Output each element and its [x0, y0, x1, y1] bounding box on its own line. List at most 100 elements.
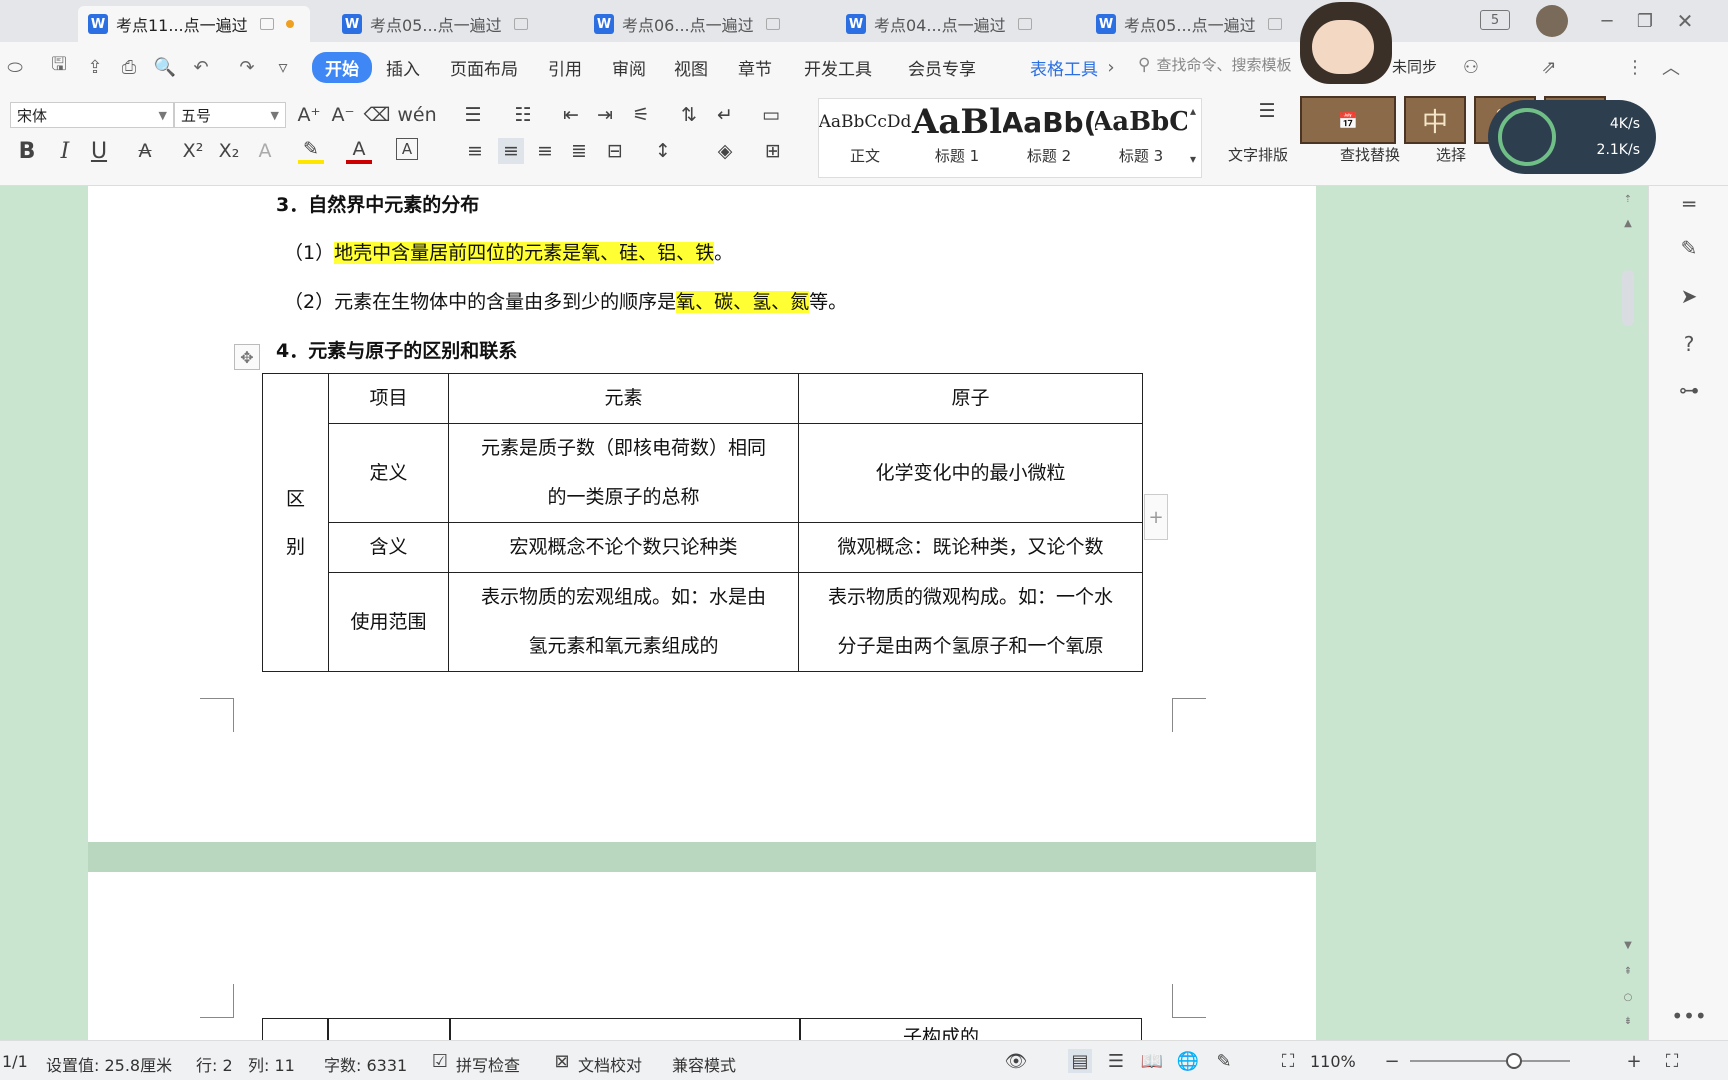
zoom-slider-knob[interactable] — [1506, 1053, 1522, 1069]
fullscreen-icon[interactable]: ⛶ — [1660, 1049, 1684, 1073]
doc-tab-4[interactable]: W 考点04...点一遍过 — [836, 6, 1042, 42]
style-normal[interactable]: AaBbCcDd 正文 — [819, 99, 911, 177]
adjust-icon[interactable]: ⊶ — [1675, 376, 1703, 404]
show-marks-icon[interactable]: ↵ — [712, 102, 738, 128]
borders-icon[interactable]: ⊞ — [760, 138, 786, 164]
text-effect-icon[interactable]: A — [252, 138, 278, 164]
menu-insert[interactable]: 插入 — [386, 55, 420, 80]
fit-page-icon[interactable]: ⛶ — [1276, 1049, 1300, 1073]
table-row-label[interactable]: 使用范围 — [328, 572, 449, 672]
document-page-2[interactable] — [88, 872, 1316, 1040]
save-icon[interactable]: 🖫 — [48, 54, 70, 78]
print-icon[interactable]: ⎙ — [118, 56, 140, 78]
doc-tab-5[interactable]: W 考点05...点一遍过 — [1086, 6, 1292, 42]
table-cell[interactable]: 微观概念：既论种类，又论个数 — [798, 522, 1143, 573]
table-group-cell[interactable]: 区 别 — [262, 373, 329, 672]
grow-font-icon[interactable]: A⁺ — [296, 102, 322, 128]
table-cell[interactable]: 宏观概念不论个数只论种类 — [448, 522, 799, 573]
add-column-icon[interactable]: + — [1144, 494, 1168, 540]
phonetic-guide-icon[interactable]: wén — [397, 102, 436, 128]
menu-page-layout[interactable]: 页面布局 — [450, 55, 518, 80]
numbered-list-icon[interactable]: ☷ — [510, 102, 536, 128]
restore-icon[interactable]: ❐ — [1630, 8, 1660, 34]
sync-status[interactable]: 未同步 — [1392, 56, 1437, 77]
style-heading-3[interactable]: AaBbC 标题 3 — [1095, 99, 1187, 177]
panel-handle-icon[interactable]: ═ — [1675, 190, 1703, 218]
customize-icon[interactable]: ▿ — [272, 56, 294, 78]
menu-table-tools[interactable]: 表格工具 — [1030, 55, 1098, 80]
print-preview-icon[interactable]: 🔍 — [154, 56, 176, 78]
help-icon[interactable]: ? — [1675, 330, 1703, 358]
bullet-list-icon[interactable]: ☰ — [460, 102, 486, 128]
align-right-icon[interactable]: ≡ — [532, 138, 558, 164]
write-view-icon[interactable]: ✎ — [1212, 1049, 1236, 1073]
scroll-up-icon[interactable]: ▲ — [1622, 218, 1634, 229]
style-heading-1[interactable]: AaBl 标题 1 — [911, 99, 1003, 177]
page-view-icon[interactable]: ▤ — [1068, 1049, 1092, 1073]
shrink-font-icon[interactable]: A⁻ — [330, 102, 356, 128]
user-avatar[interactable] — [1536, 5, 1568, 37]
more-horizontal-icon[interactable]: ••• — [1671, 1002, 1706, 1030]
doc-proof-button[interactable]: 文档校对 — [578, 1052, 642, 1076]
superscript-icon[interactable]: X² — [180, 138, 206, 164]
table-move-handle-icon[interactable]: ✥ — [234, 344, 260, 370]
menu-developer[interactable]: 开发工具 — [804, 55, 872, 80]
bold-icon[interactable]: B — [14, 138, 40, 164]
table-cell[interactable]: 元素是质子数（即核电荷数）相同 的一类原子的总称 — [448, 423, 799, 523]
subscript-icon[interactable]: X₂ — [216, 138, 242, 164]
table-cell[interactable]: 表示物质的微观构成。如：一个水 分子是由两个氢原子和一个氧原 — [798, 572, 1143, 672]
minimize-icon[interactable]: ─ — [1592, 8, 1622, 34]
prev-page-icon[interactable]: ⇞ — [1622, 966, 1634, 977]
table-header-cell[interactable]: 项目 — [328, 373, 449, 424]
web-view-icon[interactable]: 🌐 — [1176, 1049, 1200, 1073]
zoom-level[interactable]: 110% — [1310, 1052, 1356, 1071]
menu-member[interactable]: 会员专享 — [908, 55, 976, 80]
font-color-icon[interactable]: A — [346, 138, 372, 164]
gallery-expand-icon[interactable]: ▾ — [1180, 146, 1206, 172]
scroll-thumb[interactable] — [1622, 270, 1634, 326]
sort-icon[interactable]: ⇅ — [676, 102, 702, 128]
pen-icon[interactable]: ✎ — [1675, 234, 1703, 262]
scroll-down-icon[interactable]: ▼ — [1622, 940, 1634, 951]
strikethrough-icon[interactable]: A — [132, 138, 158, 164]
undo-icon[interactable]: ↶ — [190, 56, 212, 78]
table-row-label[interactable]: 定义 — [328, 423, 449, 523]
spell-check-button[interactable]: 拼写检查 — [456, 1052, 520, 1076]
shading-icon[interactable]: ◈ — [712, 138, 738, 164]
text-layout-icon[interactable]: ☰ — [1252, 98, 1282, 124]
align-center-icon[interactable]: ≡ — [498, 138, 524, 164]
table-row-label[interactable]: 含义 — [328, 522, 449, 573]
table-header-cell[interactable]: 原子 — [798, 373, 1143, 424]
menu-chapter[interactable]: 章节 — [738, 55, 772, 80]
style-heading-2[interactable]: AaBb( 标题 2 — [1003, 99, 1095, 177]
chevron-right-icon[interactable]: › — [1100, 56, 1122, 78]
font-name-select[interactable]: 宋体 ▼ — [10, 102, 174, 128]
scroll-top-icon[interactable]: ⇡ — [1622, 194, 1634, 205]
italic-icon[interactable]: I — [52, 138, 78, 164]
vertical-scrollbar[interactable]: ⇡ ▲ ▼ ⇞ ○ ⇟ — [1618, 186, 1640, 1040]
table-header-cell[interactable]: 元素 — [448, 373, 799, 424]
chinese-layout-icon[interactable]: ⚟ — [628, 102, 654, 128]
select-browse-icon[interactable]: ○ — [1622, 992, 1634, 1003]
decrease-indent-icon[interactable]: ⇤ — [558, 102, 584, 128]
zoom-slider[interactable] — [1410, 1060, 1570, 1062]
gallery-scroll-up-icon[interactable]: ▴ — [1180, 98, 1206, 124]
word-count[interactable]: 字数: 6331 — [324, 1052, 407, 1076]
doc-tab-1[interactable]: W 考点11...点一遍过 — [78, 6, 310, 42]
select-button[interactable]: 选择 — [1436, 144, 1466, 165]
menu-review[interactable]: 审阅 — [612, 55, 646, 80]
find-replace-button[interactable]: 查找替换 — [1340, 144, 1400, 165]
zoom-out-icon[interactable]: − — [1380, 1049, 1404, 1073]
page-indicator[interactable]: 1/1 — [2, 1052, 28, 1071]
align-left-icon[interactable]: ≡ — [462, 138, 488, 164]
highlight-color-icon[interactable]: ✎ — [298, 138, 324, 164]
font-size-select[interactable]: 五号 ▼ — [174, 102, 286, 128]
export-icon[interactable]: ⇪ — [84, 56, 106, 78]
table-cell[interactable]: 表示物质的宏观组成。如：水是由 氢元素和氧元素组成的 — [448, 572, 799, 672]
menu-start[interactable]: 开始 — [312, 52, 372, 83]
eye-protection-icon[interactable]: 👁 — [1004, 1049, 1028, 1073]
reading-view-icon[interactable]: 📖 — [1140, 1049, 1164, 1073]
outline-view-icon[interactable]: ☰ — [1104, 1049, 1128, 1073]
toggle-icon[interactable]: ⬭ — [2, 56, 28, 78]
collaborate-icon[interactable]: ⚇ — [1460, 56, 1482, 78]
